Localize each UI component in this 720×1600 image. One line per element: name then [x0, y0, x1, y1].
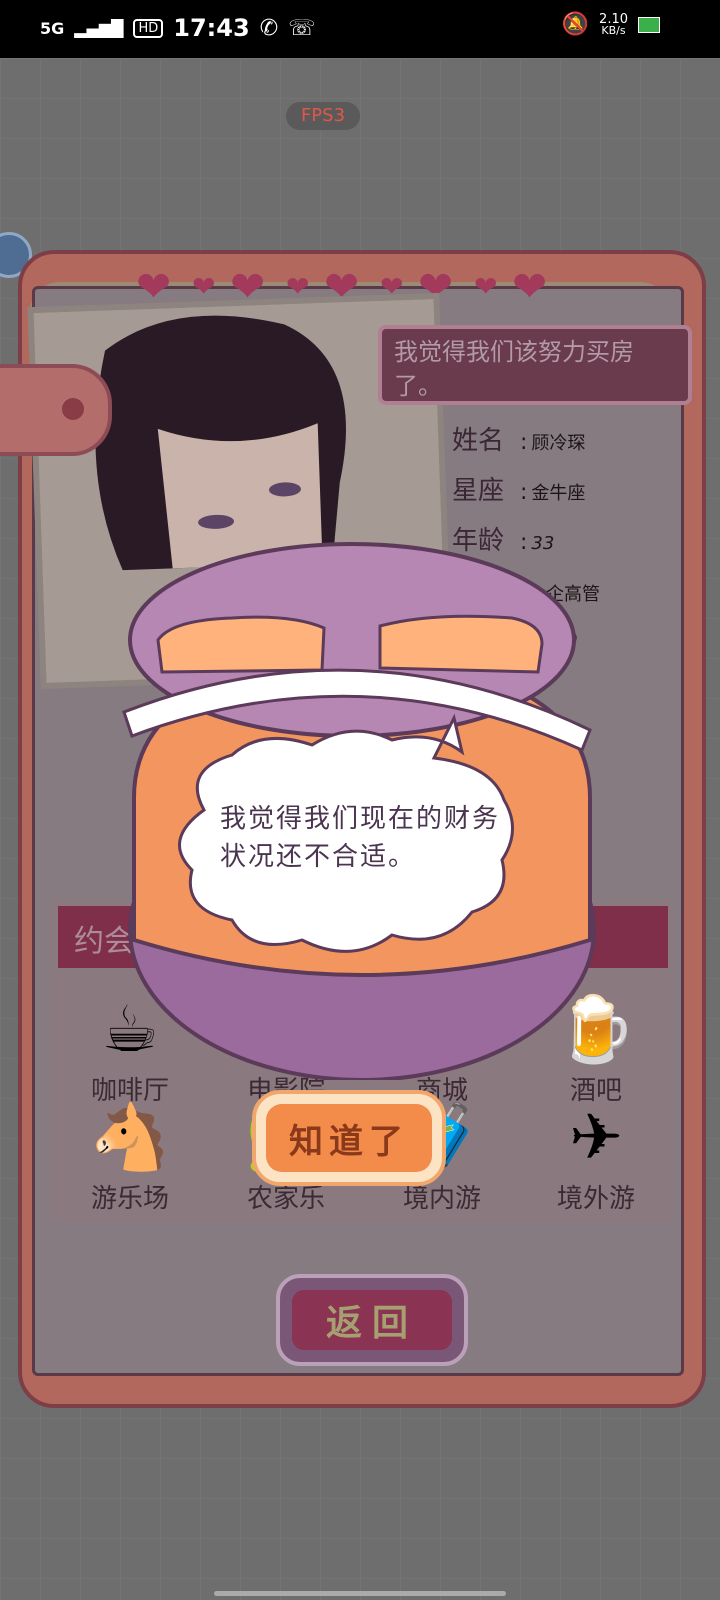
info-row-zodiac: 星座 : 金牛座 — [452, 470, 672, 520]
info-row-name: 姓名 : 顾冷琛 — [452, 420, 672, 470]
status-left: 5G ▂▄▆█ HD 17:43 ✆ ☏ — [40, 14, 316, 42]
info-label: 姓名 — [452, 426, 505, 456]
place-amusement-park[interactable]: 🐴 游乐场 — [60, 1098, 200, 1215]
hd-badge: HD — [133, 18, 164, 38]
side-tab-dot — [62, 398, 84, 420]
info-sep: : — [520, 430, 528, 455]
back-button[interactable]: 返回 — [276, 1274, 468, 1366]
side-tab[interactable] — [0, 364, 112, 456]
heart-icon: ❤ — [286, 270, 310, 303]
call-icon: ☏ — [288, 15, 316, 41]
signal-icon: ▂▄▆█ — [74, 18, 124, 38]
speed-value: 2.10 — [599, 11, 628, 27]
airplane-icon: ✈ — [569, 1101, 623, 1175]
heart-icon: ❤ — [192, 270, 216, 303]
ok-button[interactable]: 知道了 — [252, 1090, 446, 1186]
network-speed: 2.10 KB/s — [599, 11, 628, 37]
speed-unit: KB/s — [601, 23, 626, 37]
info-value: 顾冷琛 — [531, 433, 586, 454]
bell-muted-icon: 🔕 — [561, 12, 590, 37]
info-label: 星座 — [452, 476, 505, 506]
network-indicator: 5G — [40, 18, 65, 38]
telecom-icon: ✆ — [259, 15, 279, 41]
heart-icon: ❤ — [380, 270, 404, 303]
fps-counter: FPS3 — [286, 102, 360, 130]
place-label: 境外游 — [556, 1184, 635, 1214]
info-value: 金牛座 — [531, 483, 586, 504]
heart-icon: ❤ — [230, 262, 266, 311]
heart-icon: ❤ — [474, 270, 498, 303]
place-label: 游乐场 — [90, 1184, 169, 1214]
hearts-row: ❤ ❤ ❤ ❤ ❤ ❤ ❤ ❤ ❤ — [136, 262, 576, 311]
ok-button-label: 知道了 — [266, 1104, 432, 1172]
back-button-label: 返回 — [292, 1290, 452, 1350]
battery-icon — [638, 16, 660, 33]
character-speech-bubble: 我觉得我们该努力买房了。 — [378, 325, 692, 405]
clock: 17:43 — [173, 14, 250, 42]
carousel-horse-icon: 🐴 — [90, 1101, 170, 1175]
status-right: 🔕 2.10 KB/s — [562, 12, 660, 37]
place-overseas-trip[interactable]: ✈ 境外游 — [526, 1098, 666, 1215]
home-indicator[interactable] — [214, 1591, 506, 1596]
heart-icon: ❤ — [136, 262, 172, 311]
heart-icon: ❤ — [512, 262, 548, 311]
character-speech-text: 我觉得我们该努力买房了。 — [394, 338, 634, 400]
info-sep: : — [520, 480, 528, 505]
status-bar: 5G ▂▄▆█ HD 17:43 ✆ ☏ 🔕 2.10 KB/s — [0, 0, 720, 58]
dialog-message: 我觉得我们现在的财务状况还不合适。 — [220, 804, 501, 872]
